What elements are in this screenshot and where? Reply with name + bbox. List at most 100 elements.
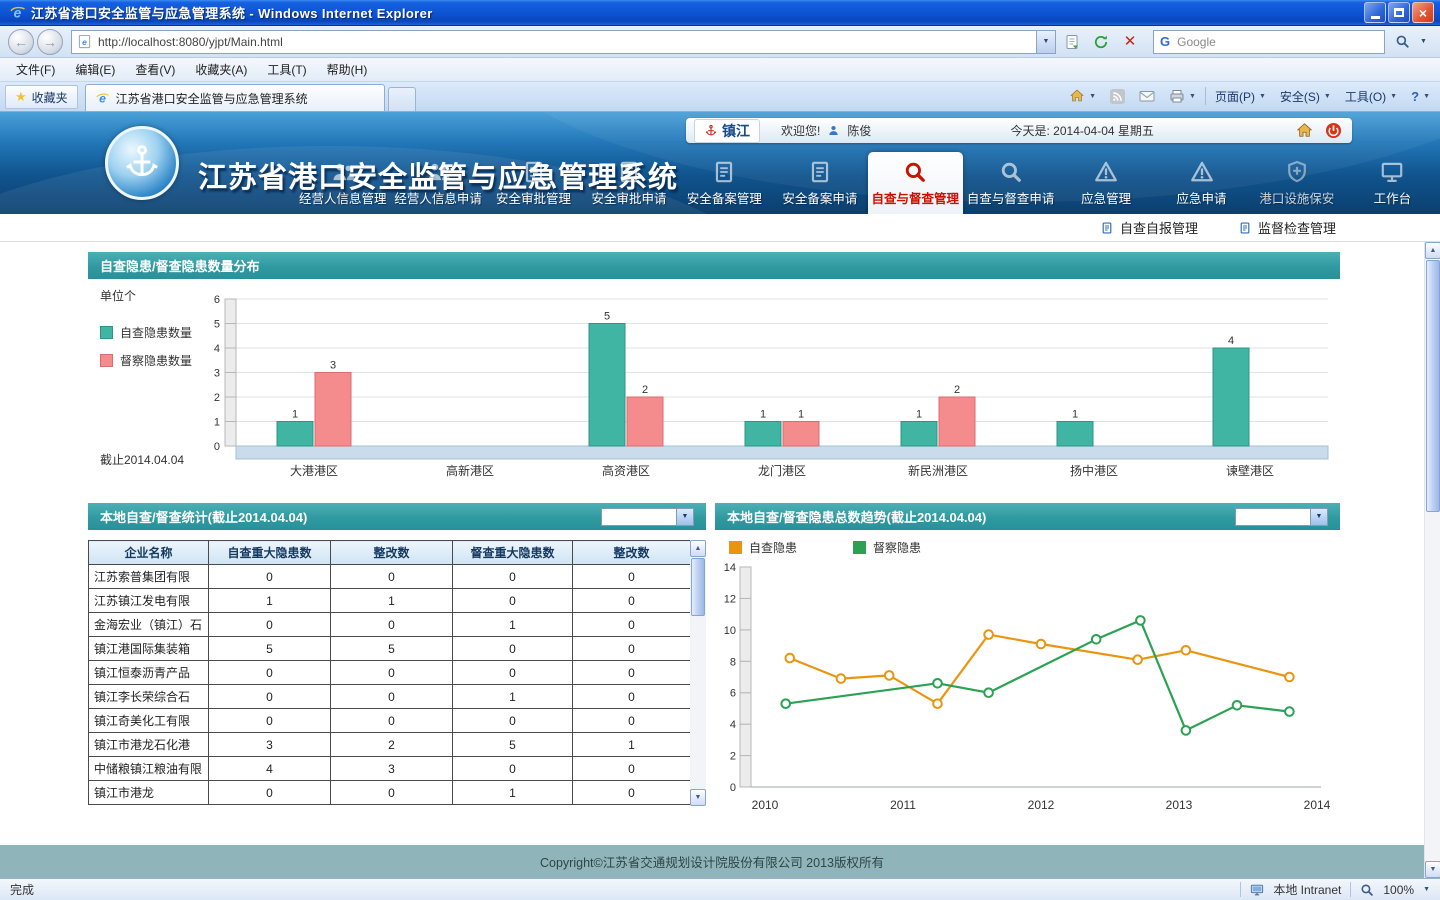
nav-item-record-manage[interactable]: 安全备案管理 <box>677 152 772 214</box>
nav-item-emergency-apply[interactable]: 应急申请 <box>1154 152 1249 214</box>
zoom-dropdown-icon[interactable]: ▼ <box>1423 886 1430 893</box>
help-button[interactable]: ?▼ <box>1404 84 1437 108</box>
copyright-text: Copyright©江苏省交通规划设计院股份有限公司 2013版权所有 <box>540 852 884 871</box>
feeds-button[interactable] <box>1103 84 1132 108</box>
print-button[interactable]: ▼ <box>1162 84 1203 108</box>
trend-filter-dropdown[interactable]: ▼ <box>1235 508 1328 526</box>
subnav-item-2[interactable]: 监督检查管理 <box>1238 218 1336 237</box>
nav-item-operators-apply[interactable]: 经营人信息申请 <box>390 152 485 214</box>
page-content: 自查隐患/督查隐患数量分布 单位个 自查隐患数量督察隐患数量 截止2014.04… <box>0 242 1424 878</box>
table-row[interactable]: 江苏索普集团有限0000 <box>89 565 691 589</box>
zoom-level[interactable]: 100% <box>1383 883 1414 897</box>
forward-button[interactable]: → <box>37 29 63 55</box>
menubar-item-4[interactable]: 工具(T) <box>257 58 316 81</box>
value-cell: 1 <box>573 733 691 757</box>
star-icon: ★ <box>15 89 27 105</box>
scroll-up-icon[interactable]: ▲ <box>690 540 706 557</box>
refresh-button[interactable] <box>1088 30 1114 54</box>
menubar-item-0[interactable]: 文件(F) <box>6 58 65 81</box>
home-shortcut-button[interactable] <box>1293 121 1315 141</box>
table-row[interactable]: 中储粮镇江粮油有限4300 <box>89 757 691 781</box>
table-row[interactable]: 镇江奇美化工有限0000 <box>89 709 691 733</box>
menu-bar: 文件(F)编辑(E)查看(V)收藏夹(A)工具(T)帮助(H) <box>0 58 1440 82</box>
main-nav: 经营人信息管理经营人信息申请安全审批管理安全审批申请安全备案管理安全备案申请自查… <box>295 152 1440 214</box>
svg-text:2013: 2013 <box>1166 798 1193 812</box>
menubar-item-5[interactable]: 帮助(H) <box>317 58 378 81</box>
svg-text:5: 5 <box>604 311 610 323</box>
footer: Copyright©江苏省交通规划设计院股份有限公司 2013版权所有 <box>0 845 1424 878</box>
legend-label: 督察隐患数量 <box>120 352 192 369</box>
tools-menu-button[interactable]: 工具(O)▼ <box>1338 84 1404 108</box>
table-row[interactable]: 镇江李长荣综合石0010 <box>89 685 691 709</box>
maximize-button[interactable] <box>1388 2 1410 23</box>
value-cell: 0 <box>573 781 691 805</box>
address-dropdown-button[interactable]: ▼ <box>1037 30 1056 54</box>
value-cell: 0 <box>331 565 453 589</box>
table-row[interactable]: 金海宏业（镇江）石0010 <box>89 613 691 637</box>
status-separator <box>1240 882 1241 897</box>
nav-item-inspection-manage[interactable]: 自查与督查管理 <box>868 152 963 214</box>
table-row[interactable]: 镇江恒泰沥青产品0000 <box>89 661 691 685</box>
table-row[interactable]: 镇江港国际集装箱5500 <box>89 637 691 661</box>
scroll-up-icon[interactable]: ▲ <box>1425 242 1440 259</box>
table-row[interactable]: 江苏镇江发电有限1100 <box>89 589 691 613</box>
stop-button[interactable]: ✕ <box>1117 30 1143 54</box>
svg-text:龙门港区: 龙门港区 <box>758 463 806 478</box>
value-cell: 0 <box>453 565 573 589</box>
svg-text:高新港区: 高新港区 <box>446 463 494 478</box>
value-cell: 0 <box>573 637 691 661</box>
read-mail-button[interactable] <box>1132 84 1162 108</box>
scroll-down-icon[interactable]: ▼ <box>690 789 706 806</box>
user-icon <box>827 124 840 137</box>
nav-item-label: 自查与督查管理 <box>871 188 959 207</box>
scroll-down-icon[interactable]: ▼ <box>1425 861 1440 878</box>
nav-item-facility-security[interactable]: 港口设施保安 <box>1249 152 1344 214</box>
svg-text:1: 1 <box>916 409 922 421</box>
nav-item-workbench[interactable]: 工作台 <box>1345 152 1440 214</box>
new-tab-stub[interactable] <box>388 87 416 111</box>
legend-swatch-icon <box>729 541 742 554</box>
favorites-button[interactable]: ★ 收藏夹 <box>5 85 78 109</box>
browser-tab[interactable]: e 江苏省港口安全监管与应急管理系统 <box>85 84 385 111</box>
svg-text:e: e <box>82 37 87 47</box>
minimize-button[interactable] <box>1364 2 1386 23</box>
scrollbar-thumb[interactable] <box>1426 260 1440 512</box>
nav-item-approval-apply[interactable]: 安全审批申请 <box>581 152 676 214</box>
back-button[interactable]: ← <box>8 29 34 55</box>
table-scrollbar[interactable]: ▲ ▼ <box>690 540 706 806</box>
value-cell: 1 <box>453 781 573 805</box>
close-button[interactable]: × <box>1412 2 1434 23</box>
menubar-item-1[interactable]: 编辑(E) <box>65 58 125 81</box>
table-filter-dropdown[interactable]: ▼ <box>601 508 694 526</box>
nav-item-approval-manage[interactable]: 安全审批管理 <box>486 152 581 214</box>
nav-item-emergency-manage[interactable]: 应急管理 <box>1058 152 1153 214</box>
zoom-magnifier-icon[interactable] <box>1360 883 1374 897</box>
menubar-item-2[interactable]: 查看(V) <box>125 58 185 81</box>
nav-item-inspection-apply[interactable]: 自查与督查申请 <box>963 152 1058 214</box>
nav-item-operators-manage[interactable]: 经营人信息管理 <box>295 152 390 214</box>
subnav-item-1[interactable]: 自查自报管理 <box>1100 218 1198 237</box>
legend-swatch-icon <box>100 354 113 367</box>
search-dropdown-button[interactable]: ▼ <box>1415 30 1432 54</box>
table-row[interactable]: 镇江市港龙0010 <box>89 781 691 805</box>
address-bar[interactable]: e http://localhost:8080/yjpt/Main.html <box>71 30 1037 54</box>
intranet-zone-icon <box>1250 883 1264 897</box>
doc-icon <box>1100 221 1114 235</box>
table-row[interactable]: 镇江市港龙石化港3251 <box>89 733 691 757</box>
svg-text:5: 5 <box>214 319 220 331</box>
logout-button[interactable] <box>1322 121 1344 141</box>
search-box[interactable]: G Google <box>1153 30 1385 54</box>
compatibility-view-button[interactable] <box>1059 30 1085 54</box>
nav-item-record-apply[interactable]: 安全备案申请 <box>772 152 867 214</box>
search-button[interactable] <box>1389 30 1415 54</box>
scrollbar-thumb[interactable] <box>691 558 705 616</box>
value-cell: 0 <box>453 709 573 733</box>
svg-text:1: 1 <box>214 417 220 429</box>
value-cell: 0 <box>331 613 453 637</box>
page-scrollbar[interactable]: ▲ ▼ <box>1424 242 1440 878</box>
menubar-item-3[interactable]: 收藏夹(A) <box>185 58 257 81</box>
home-button[interactable]: ▼ <box>1062 84 1103 108</box>
safety-menu-button[interactable]: 安全(S)▼ <box>1273 84 1338 108</box>
page-menu-button[interactable]: 页面(P)▼ <box>1208 84 1273 108</box>
svg-text:大港港区: 大港港区 <box>290 464 338 478</box>
